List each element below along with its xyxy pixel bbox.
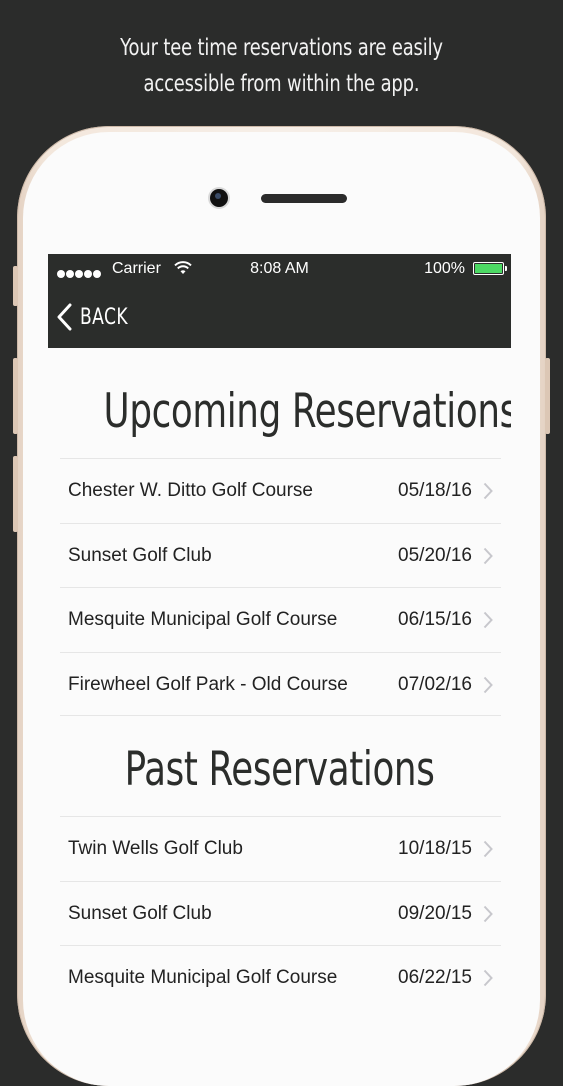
reservation-date: 10/18/15 xyxy=(398,838,472,859)
reservation-row[interactable]: Chester W. Ditto Golf Course 05/18/16 xyxy=(60,458,501,523)
chevron-right-icon xyxy=(483,905,493,922)
course-name: Mesquite Municipal Golf Course xyxy=(68,609,338,630)
battery-percent: 100% xyxy=(424,260,465,277)
volume-up-button xyxy=(13,358,18,434)
volume-down-button xyxy=(13,456,18,532)
caption-line-1: Your tee time reservations are easily xyxy=(120,35,443,61)
chevron-right-icon xyxy=(483,969,493,987)
course-name: Sunset Golf Club xyxy=(68,544,212,566)
upcoming-title: Upcoming Reservations xyxy=(103,384,511,439)
reservation-row[interactable]: Mesquite Municipal Golf Course 06/15/16 xyxy=(60,587,501,652)
back-label: BACK xyxy=(80,304,129,330)
reservation-row[interactable]: Sunset Golf Club 05/20/16 xyxy=(60,522,501,588)
mute-switch xyxy=(13,266,18,306)
front-camera xyxy=(210,189,228,207)
caption-line-2: accessible from within the app. xyxy=(143,71,420,97)
upcoming-list: Chester W. Ditto Golf Course 05/18/16 Suns… xyxy=(60,458,501,716)
course-name: Sunset Golf Club xyxy=(68,902,212,924)
past-list: Twin Wells Golf Club 10/18/15 Sunset Golf … xyxy=(60,816,501,1000)
chevron-right-icon xyxy=(483,547,493,564)
reservation-date: 05/18/16 xyxy=(398,480,472,501)
power-button xyxy=(545,358,550,434)
reservation-row[interactable]: Sunset Golf Club 09/20/15 xyxy=(60,880,501,946)
battery-icon xyxy=(473,262,507,275)
chevron-left-icon xyxy=(57,303,72,331)
course-name: Firewheel Golf Park - Old Course xyxy=(68,673,348,695)
reservation-row[interactable]: Mesquite Municipal Golf Course 06/22/15 xyxy=(60,945,501,1000)
course-name: Chester W. Ditto Golf Course xyxy=(68,480,313,501)
earpiece-speaker xyxy=(261,194,347,203)
app-screen: Carrier 8:08 AM 100% BACK Upcoming Reser… xyxy=(48,254,511,1000)
reservation-date: 06/15/16 xyxy=(398,609,472,630)
status-bar: Carrier 8:08 AM 100% xyxy=(48,260,511,280)
reservation-row[interactable]: Firewheel Golf Park - Old Course 07/02/16 xyxy=(60,651,501,716)
reservation-date: 05/20/16 xyxy=(398,544,472,566)
chevron-right-icon xyxy=(483,482,493,500)
course-name: Twin Wells Golf Club xyxy=(68,838,243,859)
back-button[interactable]: BACK xyxy=(56,302,142,332)
chevron-right-icon xyxy=(483,676,493,693)
chevron-right-icon xyxy=(483,840,493,858)
reservation-date: 06/22/15 xyxy=(398,967,472,988)
top-bar: Carrier 8:08 AM 100% BACK xyxy=(48,254,511,348)
reservation-row[interactable]: Twin Wells Golf Club 10/18/15 xyxy=(60,816,501,881)
chevron-right-icon xyxy=(483,611,493,629)
course-name: Mesquite Municipal Golf Course xyxy=(68,967,338,988)
past-title: Past Reservations xyxy=(124,742,435,797)
promo-caption: Your tee time reservations are easily ac… xyxy=(62,30,501,102)
reservation-date: 09/20/15 xyxy=(398,902,472,924)
battery-level-fill xyxy=(475,264,502,273)
reservation-date: 07/02/16 xyxy=(398,673,472,695)
